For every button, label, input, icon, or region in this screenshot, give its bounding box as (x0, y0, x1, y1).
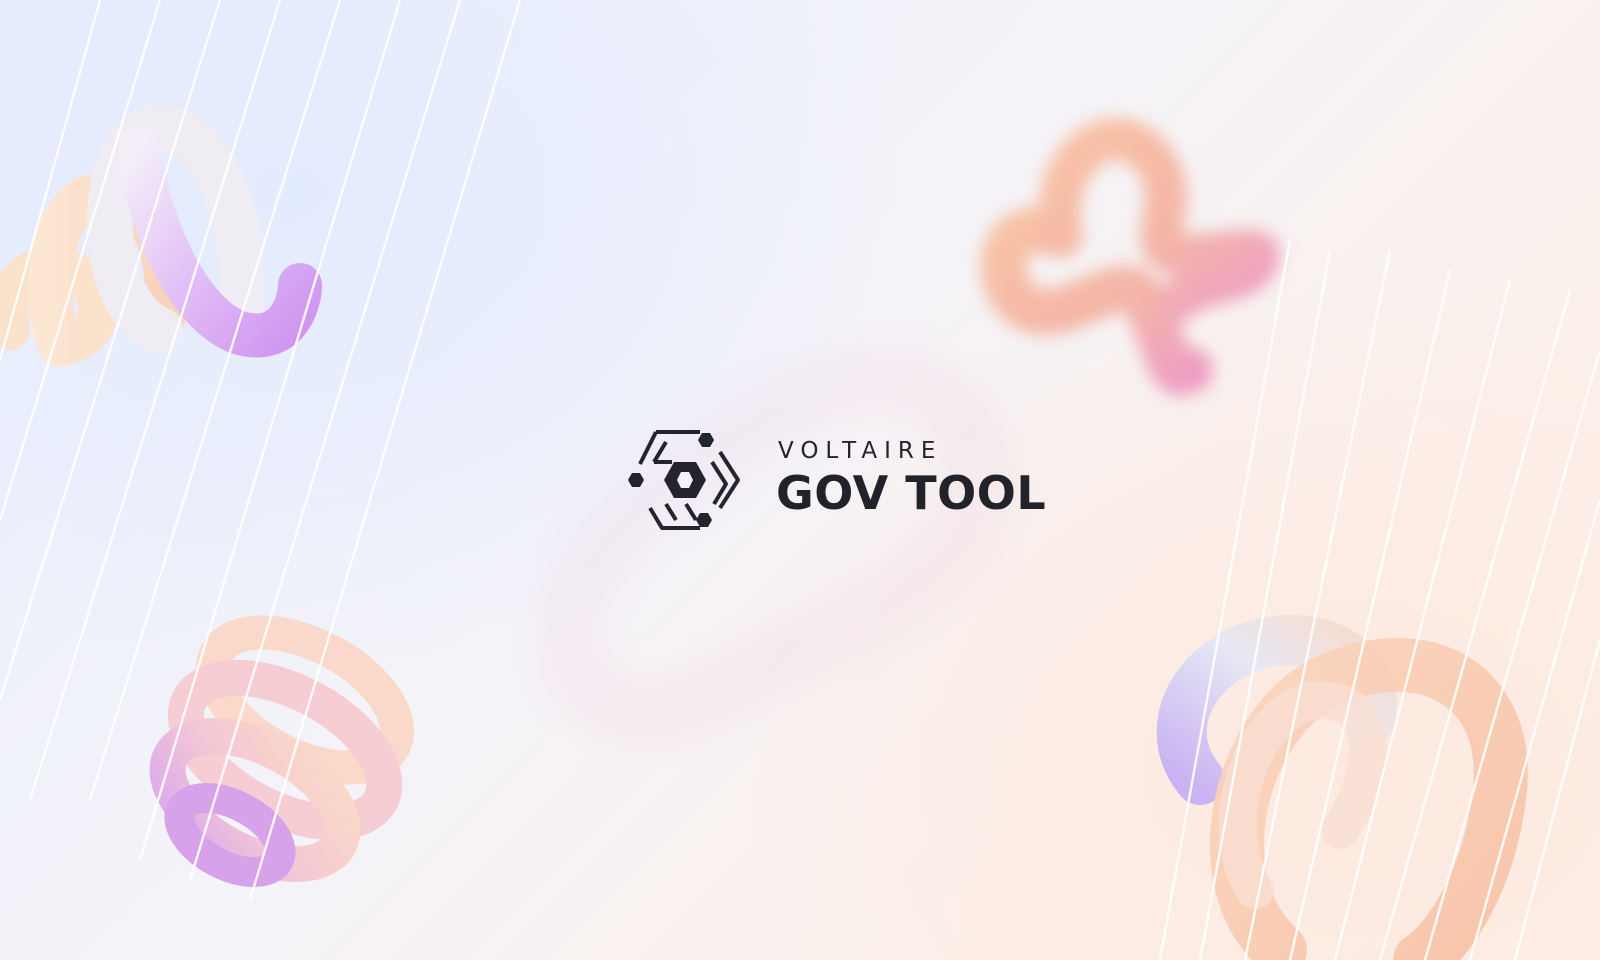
top-left-spiral-shape (0, 105, 322, 367)
brand-name-line1: VOLTAIRE (778, 438, 943, 464)
left-light-lines (0, 0, 522, 901)
brand-logo: VOLTAIRE GOV TOOL (626, 428, 1066, 532)
hexagon-network-icon (628, 430, 740, 530)
brand-name-line2: GOV TOOL (776, 466, 1047, 520)
bottom-left-spring-shape (149, 615, 414, 887)
top-right-knot-shape (980, 118, 1280, 396)
